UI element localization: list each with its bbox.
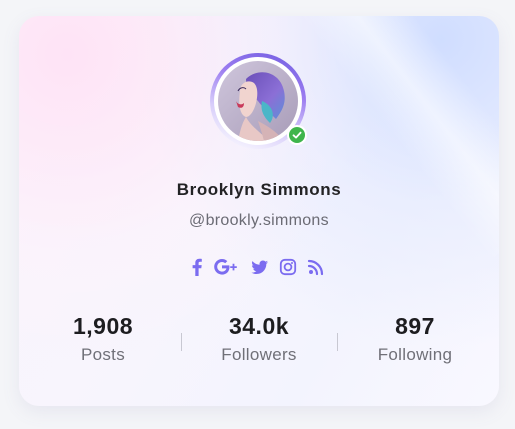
instagram-icon[interactable]	[279, 257, 297, 277]
rss-icon[interactable]	[307, 257, 325, 277]
profile-handle: @brookly.simmons	[189, 212, 329, 229]
social-links	[191, 257, 331, 277]
profile-name: Brooklyn Simmons	[176, 180, 342, 199]
stat-following[interactable]: 897 Following	[335, 312, 495, 367]
stat-followers[interactable]: 34.0k Followers	[179, 312, 339, 367]
checkmark-icon	[292, 131, 302, 139]
stat-value: 1,908	[72, 313, 134, 339]
verified-badge	[287, 125, 307, 145]
google-plus-icon[interactable]	[213, 257, 239, 277]
stat-label: Posts	[80, 345, 126, 364]
stat-value: 34.0k	[228, 313, 290, 339]
profile-card: Brooklyn Simmons @brookly.simmons 1,908 …	[19, 16, 499, 406]
stats-divider	[337, 333, 338, 351]
stats-divider	[181, 333, 182, 351]
twitter-icon[interactable]	[251, 257, 269, 277]
avatar-photo	[218, 61, 298, 141]
profile-stats: 1,908 Posts 34.0k Followers 897 Followin…	[19, 312, 499, 372]
facebook-icon[interactable]	[191, 257, 203, 277]
stat-posts[interactable]: 1,908 Posts	[23, 312, 183, 367]
stat-value: 897	[395, 313, 435, 339]
stat-label: Following	[377, 345, 453, 364]
stat-label: Followers	[221, 345, 297, 364]
